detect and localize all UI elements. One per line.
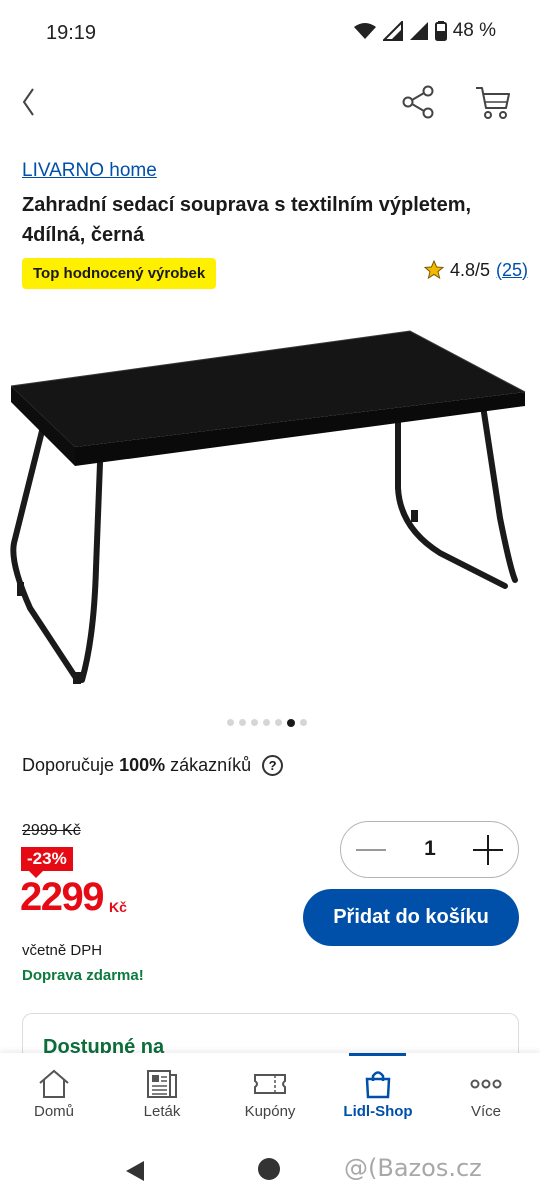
nav-label-more: Více xyxy=(470,1103,501,1120)
quantity-stepper: 1 xyxy=(340,821,519,878)
image-carousel-dots[interactable] xyxy=(227,718,307,727)
carousel-dot[interactable] xyxy=(263,719,270,726)
system-home-button[interactable] xyxy=(258,1158,280,1180)
flyer-icon xyxy=(147,1070,177,1098)
carousel-dot[interactable] xyxy=(251,719,258,726)
wifi-icon xyxy=(353,23,376,39)
battery-icon xyxy=(434,21,447,41)
price-currency: Kč xyxy=(108,899,127,915)
cart-button[interactable] xyxy=(474,84,512,120)
carousel-dot[interactable] xyxy=(275,719,282,726)
price: 2299 Kč xyxy=(20,873,127,921)
brand-link[interactable]: LIVARNO home xyxy=(22,160,157,182)
signal-icon xyxy=(382,21,403,41)
status-bar: 19:19 48 % xyxy=(0,0,540,66)
rating-value: 4.8/5 xyxy=(449,259,490,280)
nav-item-more[interactable]: Více xyxy=(436,1053,536,1140)
system-back-icon[interactable] xyxy=(124,1159,146,1183)
vat-note: včetně DPH xyxy=(22,942,103,959)
battery-percent: 48 % xyxy=(452,20,496,41)
carousel-dot[interactable] xyxy=(227,719,234,726)
recommend-suffix: zákazníků xyxy=(170,755,252,775)
quantity-value[interactable]: 1 xyxy=(413,837,447,861)
add-to-cart-button[interactable]: Přidat do košíku xyxy=(303,889,519,946)
app-header xyxy=(0,66,540,140)
minus-icon xyxy=(356,849,386,851)
share-icon xyxy=(402,85,434,119)
nav-label-coupons: Kupóny xyxy=(244,1103,296,1120)
product-image[interactable] xyxy=(0,318,540,698)
quantity-decrease-button[interactable] xyxy=(355,834,387,866)
top-rated-badge: Top hodnocený výrobek xyxy=(22,258,217,289)
product-title: Zahradní sedací souprava s textilním výp… xyxy=(22,194,472,246)
quantity-increase-button[interactable] xyxy=(472,834,504,866)
nav-item-lidl-shop[interactable]: Lidl-Shop xyxy=(328,1053,428,1140)
nav-label-flyer: Leták xyxy=(143,1103,181,1120)
watermark: @(Bazos.cz xyxy=(344,1154,482,1182)
carousel-dot[interactable] xyxy=(287,718,295,727)
rating: 4.8/5 (25) xyxy=(423,258,528,282)
coupon-icon xyxy=(254,1074,286,1094)
nav-label-home: Domů xyxy=(33,1103,74,1120)
bottom-nav: Domů Leták Kupóny Lidl-Shop Více xyxy=(0,1053,540,1140)
free-shipping: Doprava zdarma! xyxy=(22,967,144,984)
recommendation: Doporučuje 100% zákazníků ? xyxy=(22,755,284,776)
nav-item-coupons[interactable]: Kupóny xyxy=(220,1053,320,1140)
recommend-prefix: Doporučuje xyxy=(22,755,115,775)
status-icons: 48 % xyxy=(353,20,496,42)
recommend-percent: 100% xyxy=(119,755,166,775)
home-icon xyxy=(39,1069,69,1098)
status-time: 19:19 xyxy=(46,22,97,44)
chevron-left-icon xyxy=(22,88,34,116)
share-button[interactable] xyxy=(400,84,436,120)
help-icon[interactable]: ? xyxy=(262,755,284,776)
more-icon xyxy=(470,1079,502,1089)
carousel-dot[interactable] xyxy=(300,719,307,726)
system-nav-bar: @(Bazos.cz xyxy=(0,1140,540,1200)
price-value: 2299 xyxy=(20,875,104,919)
old-price: 2999 Kč xyxy=(22,822,81,839)
nav-item-flyer[interactable]: Leták xyxy=(112,1053,212,1140)
back-button[interactable] xyxy=(14,84,42,120)
cart-icon xyxy=(476,87,510,119)
table-image xyxy=(10,330,526,684)
plus-icon xyxy=(473,835,503,865)
discount-badge: -23% xyxy=(21,847,73,878)
nav-label-lidl-shop: Lidl-Shop xyxy=(343,1103,413,1120)
nav-item-home[interactable]: Domů xyxy=(4,1053,104,1140)
signal-icon-2 xyxy=(409,22,428,40)
shopping-bag-icon xyxy=(365,1071,391,1099)
rating-count-link[interactable]: (25) xyxy=(496,260,528,281)
carousel-dot[interactable] xyxy=(239,719,246,726)
star-icon xyxy=(423,260,444,280)
